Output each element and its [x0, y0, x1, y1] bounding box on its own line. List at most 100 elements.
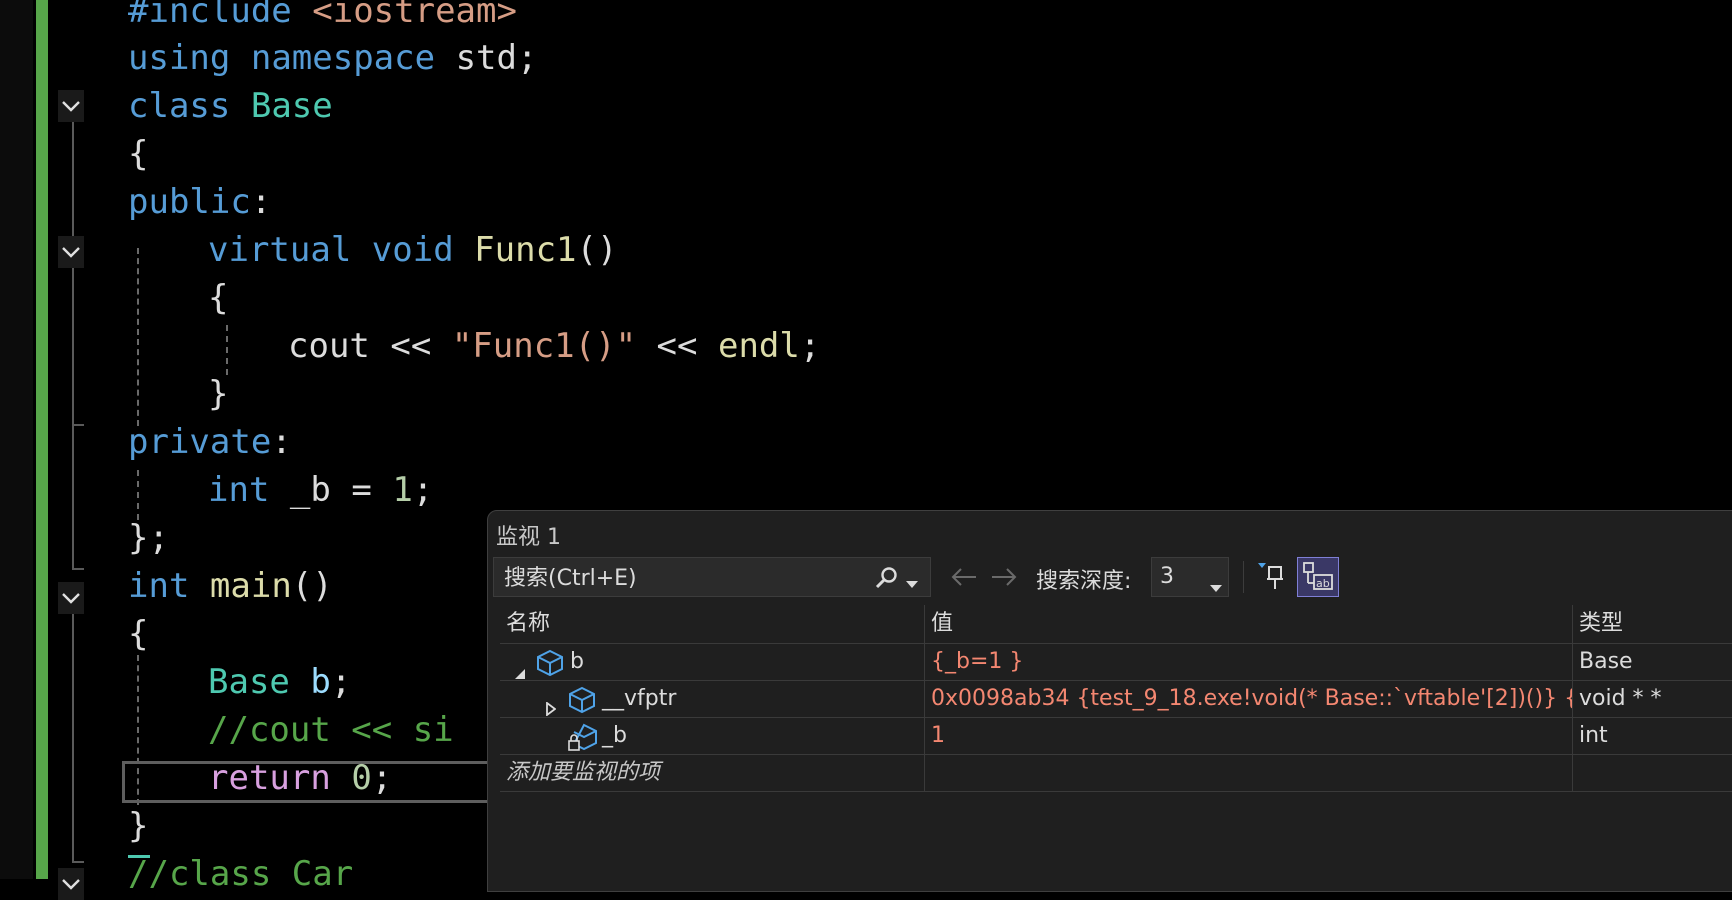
variable-type: void * *	[1579, 686, 1662, 711]
search-depth-select[interactable]: 3	[1151, 557, 1229, 597]
code-line: using namespace std;	[128, 38, 538, 78]
collapse-main-icon[interactable]	[58, 582, 84, 614]
row-value-cell[interactable]: 0x0098ab34 {test_9_18.exe!void(* Base::`…	[925, 681, 1573, 717]
variable-value: {_b=1 }	[931, 649, 1024, 674]
watch-window[interactable]: 监视 1 搜索深度: 3 ab 名称 值 类型	[487, 510, 1732, 892]
watch-row-b[interactable]: b {_b=1 } Base	[500, 644, 1732, 681]
row-type-cell: Base	[1573, 644, 1732, 680]
watch-search-box[interactable]	[493, 557, 931, 598]
punctuation: };	[128, 518, 169, 558]
search-depth-label: 搜索深度:	[1036, 569, 1132, 594]
collapse-func1-icon[interactable]	[58, 236, 84, 268]
breakpoint-margin[interactable]	[0, 0, 33, 879]
punctuation: {	[128, 134, 149, 174]
watch-grid[interactable]: 名称 值 类型 b {_b=1 } Base __vfptr 0x0098ab3…	[500, 605, 1732, 792]
identifier: endl	[717, 326, 800, 366]
keyword: private	[128, 422, 272, 462]
variable-type: int	[1579, 723, 1608, 748]
variable-name: b	[570, 649, 584, 674]
operator: <<	[656, 326, 698, 366]
search-icon[interactable]	[874, 566, 900, 594]
variable-value: 1	[931, 723, 945, 748]
search-dropdown-icon[interactable]	[906, 574, 918, 593]
punctuation: {	[208, 278, 229, 318]
text-visualizer-icon: ab	[1302, 561, 1334, 597]
variable-name: _b	[602, 723, 627, 748]
code-line: };	[128, 516, 169, 560]
code-line: Base b;	[208, 662, 352, 702]
comment: //class Car	[128, 854, 354, 894]
keyword: using	[128, 38, 231, 78]
row-type-cell: int	[1573, 718, 1732, 754]
chevron-down-icon	[1210, 574, 1222, 599]
grid-header: 名称 值 类型	[500, 605, 1732, 644]
number-literal: 1	[392, 470, 413, 510]
code-line: {	[128, 132, 148, 176]
code-line: {	[128, 276, 228, 320]
code-line: class Base	[128, 84, 333, 128]
row-value-cell[interactable]: {_b=1 }	[925, 644, 1573, 680]
add-watch-item-input[interactable]: 添加要监视的项	[500, 755, 925, 791]
code-line: virtual void Func1()	[208, 230, 618, 270]
code-line: int _b = 1;	[208, 470, 434, 510]
variable-type: Base	[1579, 649, 1633, 674]
keyword: return	[208, 758, 331, 798]
identifier: std	[455, 38, 517, 78]
punctuation: }	[128, 806, 149, 846]
keyword: virtual	[208, 230, 352, 270]
column-header-type[interactable]: 类型	[1573, 605, 1732, 643]
text-caret	[128, 855, 150, 858]
outline-line	[72, 861, 84, 863]
code-line: public:	[128, 182, 272, 222]
keyword: int	[128, 566, 190, 606]
outline-line	[72, 120, 74, 425]
collapse-class-car-icon[interactable]	[58, 868, 84, 900]
identifier: b	[310, 662, 331, 702]
variable-value: 0x0098ab34 {test_9_18.exe!void(* Base::`…	[931, 686, 1573, 711]
keyword: class	[128, 86, 231, 126]
forward-arrow-icon[interactable]	[990, 567, 1018, 591]
code-line: cout << "Func1()" << endl;	[288, 326, 821, 366]
row-name-cell: _b	[500, 718, 925, 754]
identifier: cout	[288, 326, 370, 366]
row-name-cell: __vfptr	[500, 681, 925, 717]
number-literal: 0	[351, 758, 372, 798]
private-field-icon	[568, 723, 598, 754]
watch-title: 监视 1	[496, 525, 561, 550]
outline-line	[72, 568, 84, 570]
watch-row-member-b[interactable]: _b 1 int	[500, 718, 1732, 755]
back-arrow-icon[interactable]	[950, 567, 978, 591]
search-input[interactable]	[494, 558, 876, 598]
object-icon	[568, 686, 596, 717]
expand-triangle-icon[interactable]	[546, 692, 557, 717]
variable-name: __vfptr	[602, 686, 677, 711]
row-value-cell[interactable]: 1	[925, 718, 1573, 754]
keyword: namespace	[250, 38, 436, 78]
object-icon	[536, 649, 564, 680]
view-raw-structure-toggle[interactable]: ab	[1297, 557, 1339, 597]
operator: <<	[390, 326, 432, 366]
column-header-value[interactable]: 值	[925, 605, 1573, 643]
code-line: }	[128, 372, 228, 416]
collapse-class-base-icon[interactable]	[58, 90, 84, 122]
search-depth-value: 3	[1160, 564, 1174, 589]
code-line: int main()	[128, 566, 333, 606]
pin-filter-icon[interactable]	[1256, 561, 1286, 597]
column-header-name[interactable]: 名称	[500, 605, 925, 643]
comment: //cout << si	[208, 710, 454, 750]
outline-line	[72, 424, 74, 569]
watch-row-vfptr[interactable]: __vfptr 0x0098ab34 {test_9_18.exe!void(*…	[500, 681, 1732, 718]
string-literal: "Func1()"	[451, 326, 637, 366]
row-type-cell: void * *	[1573, 681, 1732, 717]
punctuation: {	[128, 614, 149, 654]
add-watch-row[interactable]: 添加要监视的项	[500, 755, 1732, 792]
toolbar-separator	[1243, 561, 1244, 593]
outline-line	[72, 612, 74, 862]
code-line: return 0;	[208, 758, 393, 798]
collapse-triangle-icon[interactable]	[514, 656, 526, 680]
change-tracking-bar	[36, 0, 48, 879]
keyword: void	[371, 230, 454, 270]
punctuation: }	[208, 374, 229, 414]
code-line: {	[128, 612, 148, 656]
code-line: private:	[128, 422, 292, 462]
